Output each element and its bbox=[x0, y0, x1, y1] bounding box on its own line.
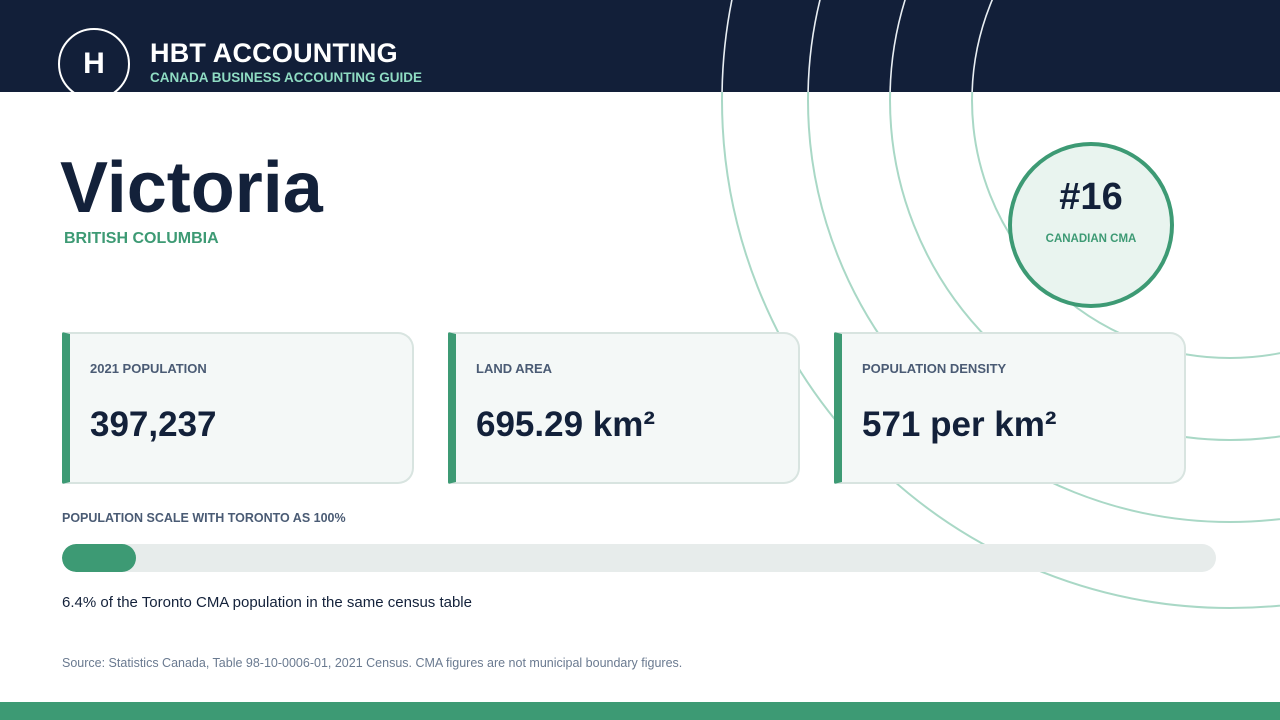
source-note: Source: Statistics Canada, Table 98-10-0… bbox=[62, 656, 683, 670]
population-density-label: POPULATION DENSITY bbox=[862, 361, 1007, 376]
population-value: 397,237 bbox=[90, 405, 217, 444]
population-density-value: 571 per km² bbox=[862, 405, 1057, 444]
land-area-card: LAND AREA 695.29 km² bbox=[448, 332, 800, 484]
logo-icon: H bbox=[58, 28, 130, 92]
population-scale-track bbox=[62, 544, 1216, 572]
province-label: BRITISH COLUMBIA bbox=[64, 230, 219, 247]
brand-name: HBT ACCOUNTING bbox=[150, 38, 398, 68]
land-area-value: 695.29 km² bbox=[476, 405, 656, 444]
brand-tagline: CANADA BUSINESS ACCOUNTING GUIDE bbox=[150, 70, 423, 85]
header-banner: H HBT ACCOUNTING CANADA BUSINESS ACCOUNT… bbox=[0, 0, 1280, 92]
rank-value: #16 bbox=[1059, 176, 1123, 218]
population-scale-fill bbox=[62, 544, 136, 572]
city-title: Victoria bbox=[60, 148, 323, 228]
population-scale-title: POPULATION SCALE WITH TORONTO AS 100% bbox=[62, 511, 346, 525]
population-density-card: POPULATION DENSITY 571 per km² bbox=[834, 332, 1186, 484]
population-scale-caption: 6.4% of the Toronto CMA population in th… bbox=[62, 594, 472, 611]
rank-badge: #16 CANADIAN CMA bbox=[1008, 142, 1174, 308]
land-area-label: LAND AREA bbox=[476, 361, 553, 376]
population-card: 2021 POPULATION 397,237 bbox=[62, 332, 414, 484]
rank-label: CANADIAN CMA bbox=[1045, 233, 1137, 245]
population-label: 2021 POPULATION bbox=[90, 361, 207, 376]
footer-bar bbox=[0, 702, 1280, 720]
